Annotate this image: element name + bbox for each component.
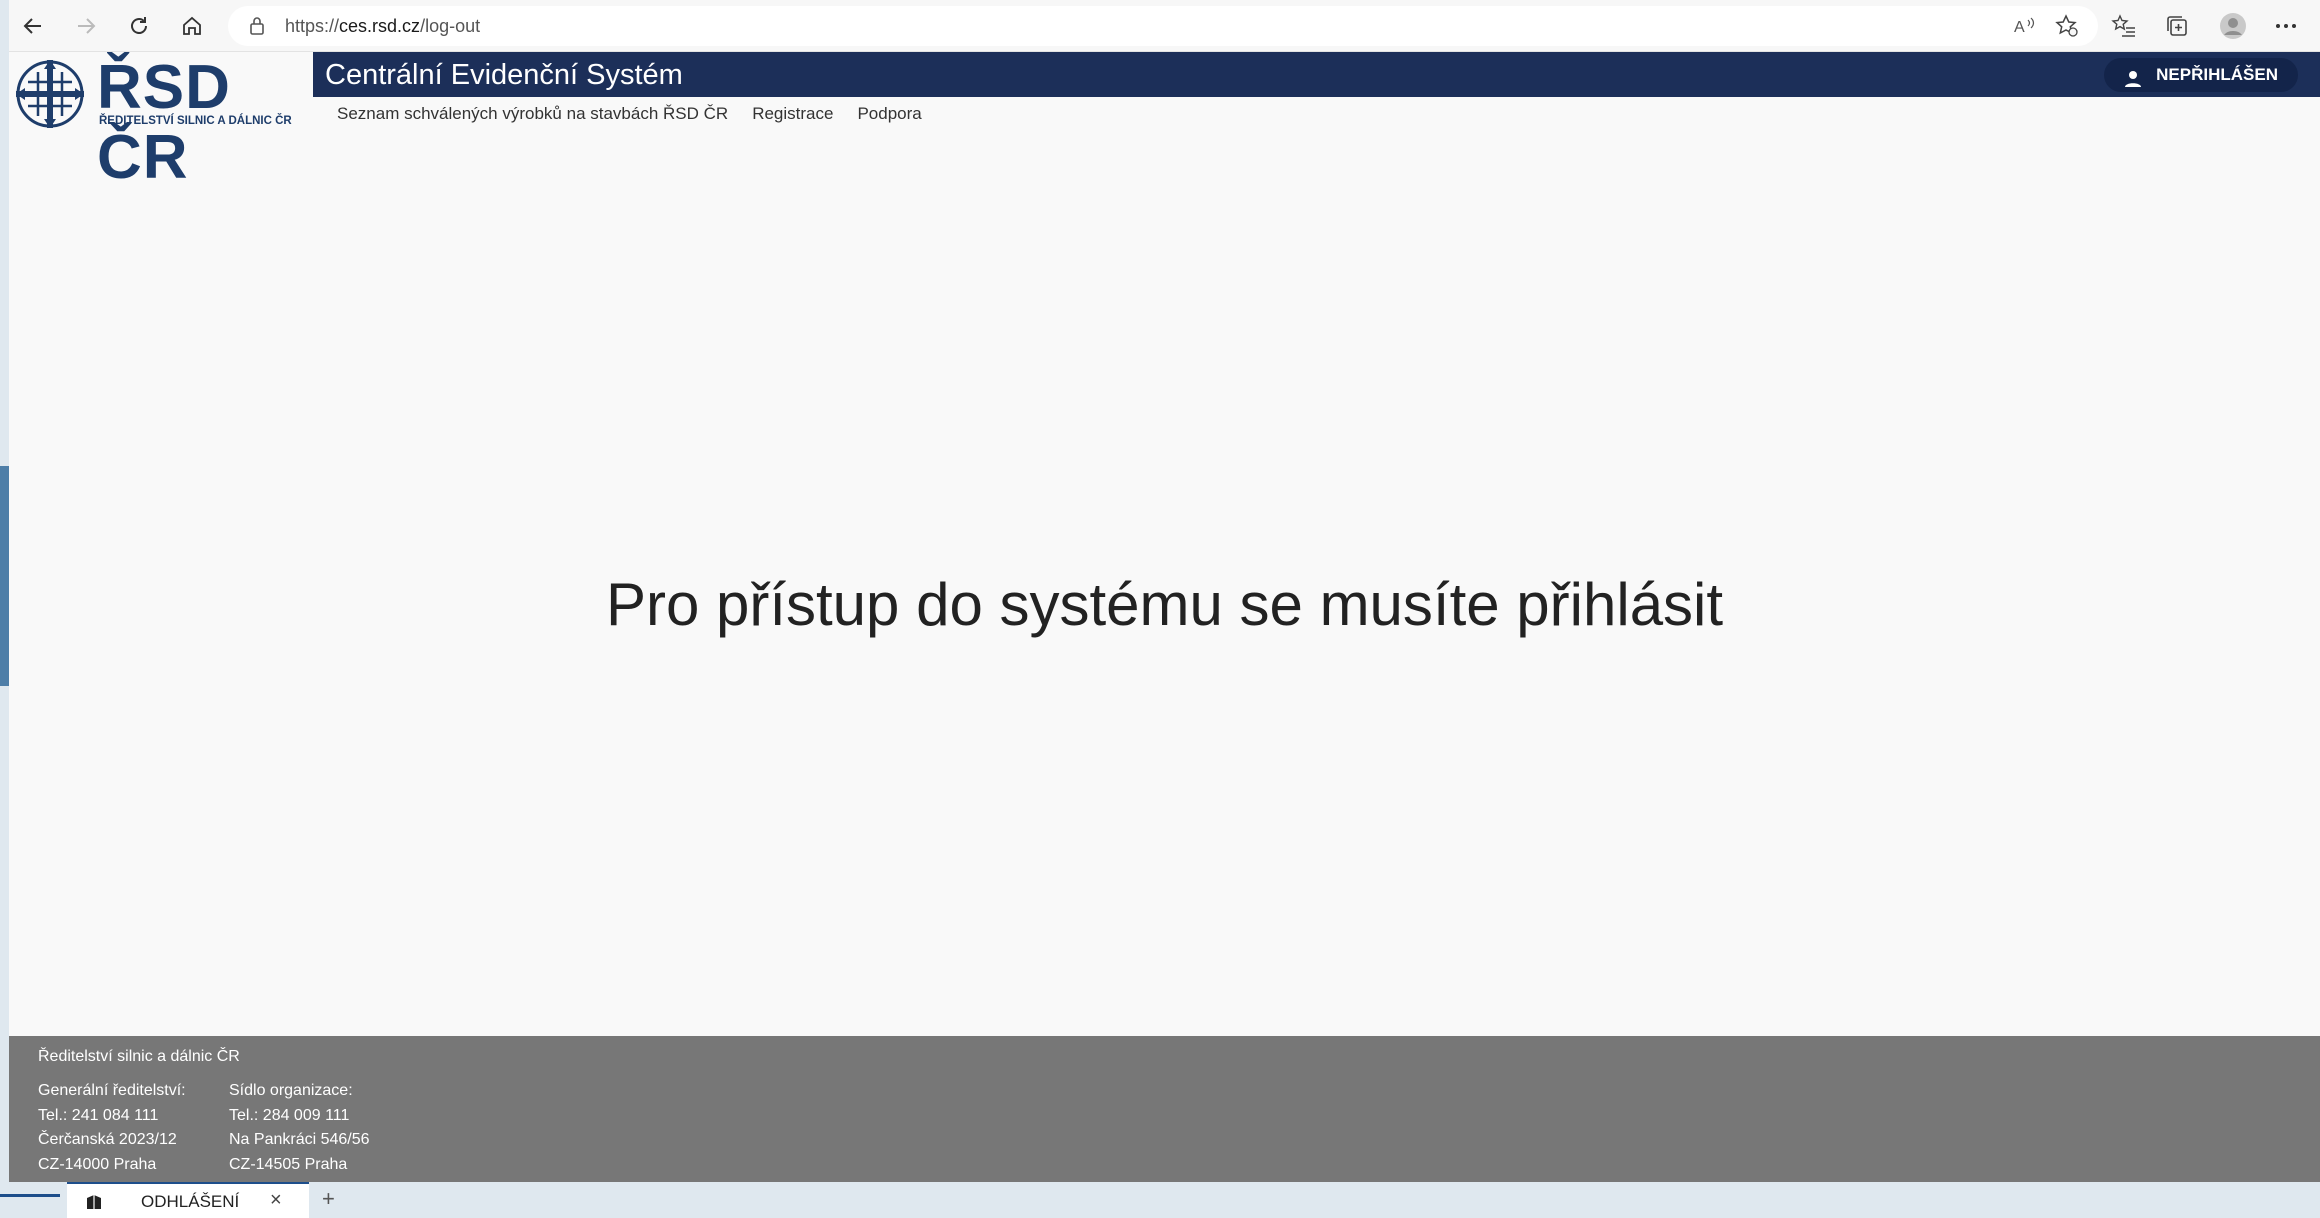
page-footer: Ředitelství silnic a dálnic ČR Generální… [9,1036,2320,1182]
main-menu: Seznam schválených výrobků na stavbách Ř… [337,102,922,126]
back-icon[interactable] [19,12,47,40]
tab-logout[interactable]: ODHLÁŠENÍ × [67,1182,309,1218]
footer-seat-city: CZ-14505 Praha [229,1155,348,1173]
footer-hq-street: Čerčanská 2023/12 [38,1131,177,1148]
tab-strip: ODHLÁŠENÍ × + [0,1182,2320,1218]
footer-seat-street: Na Pankráci 546/56 [229,1131,370,1148]
footer-hq-phone: Tel.: 241 084 111 [38,1106,159,1124]
refresh-icon[interactable] [125,12,153,40]
left-window-strip [0,0,9,1218]
rsd-logo[interactable]: ŘSD ČR ŘEDITELSTVÍ SILNIC A DÁLNIC ČR [9,52,311,192]
menu-item-registration[interactable]: Registrace [752,102,833,126]
browser-toolbar: https://ces.rsd.cz/log-out A [9,0,2320,52]
menu-item-support[interactable]: Podpora [857,102,921,126]
site-favicon-icon [85,1193,103,1216]
tab-close-icon[interactable]: × [270,1189,282,1212]
url-text: https://ces.rsd.cz/log-out [285,16,480,37]
logo-subtitle: ŘEDITELSTVÍ SILNIC A DÁLNIC ČR [99,115,292,127]
more-options-icon[interactable] [2271,12,2301,40]
lock-icon[interactable] [248,16,266,41]
user-icon [2124,66,2142,100]
login-status-button[interactable]: NEPŘIHLÁŠEN [2104,58,2298,92]
footer-headquarters: Generální ředitelství: Tel.: 241 084 111… [38,1079,186,1177]
collections-icon[interactable] [2162,12,2192,40]
footer-hq-title: Generální ředitelství: [38,1082,186,1099]
forward-icon[interactable] [72,12,100,40]
new-tab-button[interactable]: + [322,1186,335,1212]
footer-seat: Sídlo organizace: Tel.: 284 009 111 Na P… [229,1079,370,1177]
left-strip-accent [0,466,9,686]
footer-seat-phone: Tel.: 284 009 111 [229,1106,350,1124]
favorite-star-icon[interactable] [2052,12,2082,40]
url-host: ces.rsd.cz [339,16,421,36]
tab-strip-accent [0,1194,60,1197]
svg-text:A: A [2014,19,2025,36]
rsd-emblem-icon [16,60,84,128]
home-icon[interactable] [178,12,206,40]
url-scheme: https:// [285,16,340,36]
tab-label: ODHLÁŠENÍ [141,1192,240,1211]
login-required-message: Pro přístup do systému se musíte přihlás… [605,571,1724,638]
footer-org-name: Ředitelství silnic a dálnic ČR [38,1048,240,1065]
profile-avatar-icon[interactable] [2218,12,2248,40]
footer-hq-city: CZ-14000 Praha [38,1155,157,1173]
menu-item-approved-products[interactable]: Seznam schválených výrobků na stavbách Ř… [337,102,728,126]
favorites-list-icon[interactable] [2109,12,2139,40]
footer-seat-title: Sídlo organizace: [229,1082,353,1099]
url-path: /log-out [420,16,481,36]
address-bar[interactable]: https://ces.rsd.cz/log-out [228,6,2098,46]
app-title: Centrální Evidenční Systém [325,59,683,91]
app-header: Centrální Evidenční Systém NEPŘIHLÁŠEN [313,52,2320,97]
read-aloud-icon[interactable]: A [2011,12,2041,40]
login-status-label: NEPŘIHLÁŠEN [2156,65,2278,84]
